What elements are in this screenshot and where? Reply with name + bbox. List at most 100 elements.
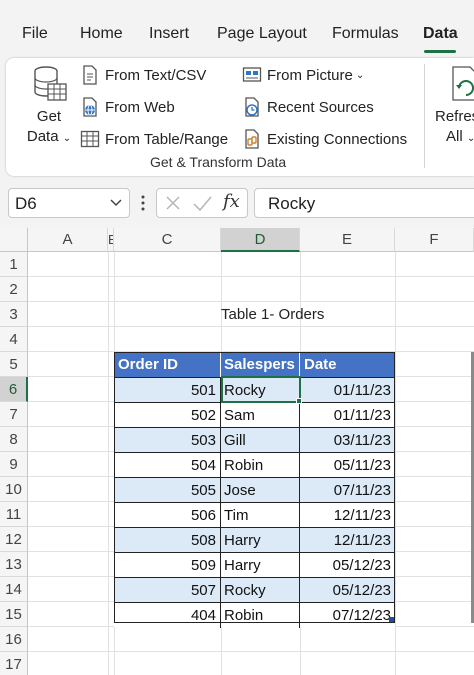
table-row: 404 Robin 07/12/23 — [114, 602, 395, 628]
order-id-cell[interactable]: 509 — [114, 553, 221, 578]
from-text-csv-button[interactable]: From Text/CSV — [80, 62, 206, 88]
orders-table: Order ID Salespers Date 501 Rocky 01/11/23… — [114, 352, 395, 628]
text-file-icon — [80, 65, 100, 85]
row-header-10[interactable]: 10 — [0, 477, 28, 502]
order-id-cell[interactable]: 508 — [114, 528, 221, 553]
checkmark-icon[interactable] — [191, 192, 213, 219]
tab-file[interactable]: File — [22, 25, 48, 43]
row-header-15[interactable]: 15 — [0, 602, 28, 627]
salesperson-cell[interactable]: Rocky — [221, 378, 300, 403]
row-header-3[interactable]: 3 — [0, 302, 28, 327]
from-picture-label: From Picture — [267, 66, 353, 84]
refresh-all-label-1: Refres — [435, 108, 474, 125]
more-options-icon[interactable] — [140, 193, 146, 218]
column-header-d[interactable]: D — [221, 228, 300, 252]
order-id-cell[interactable]: 503 — [114, 428, 221, 453]
row-header-14[interactable]: 14 — [0, 577, 28, 602]
tab-data[interactable]: Data — [423, 25, 458, 43]
table-row: 503 Gill 03/11/23 — [114, 427, 395, 453]
recent-clock-icon — [242, 97, 262, 117]
table-title[interactable]: Table 1- Orders — [221, 302, 381, 327]
row-header-2[interactable]: 2 — [0, 277, 28, 302]
row-header-16[interactable]: 16 — [0, 627, 28, 652]
tab-home[interactable]: Home — [80, 25, 123, 43]
header-date[interactable]: Date — [300, 352, 395, 377]
salesperson-cell[interactable]: Tim — [221, 503, 300, 528]
tab-insert[interactable]: Insert — [149, 25, 189, 43]
get-data-label-2: Data ⌄ — [20, 128, 78, 145]
refresh-all-label-2: All ⌄ — [446, 128, 474, 145]
date-cell[interactable]: 01/11/23 — [300, 378, 395, 403]
order-id-cell[interactable]: 507 — [114, 578, 221, 603]
chevron-down-icon[interactable] — [109, 195, 123, 214]
from-web-button[interactable]: From Web — [80, 94, 175, 120]
row-header-6[interactable]: 6 — [0, 377, 28, 402]
existing-connections-button[interactable]: Existing Connections — [242, 126, 407, 152]
salesperson-cell[interactable]: Jose — [221, 478, 300, 503]
order-id-cell[interactable]: 504 — [114, 453, 221, 478]
column-header-c[interactable]: C — [114, 228, 221, 252]
fill-handle[interactable] — [296, 398, 302, 404]
salesperson-cell[interactable]: Robin — [221, 603, 300, 628]
formula-bar: D6 fx Rocky — [0, 182, 474, 228]
column-header-f[interactable]: F — [395, 228, 474, 252]
worksheet-grid: A E C D E F 1234567891011121314151617 Ta… — [0, 228, 474, 675]
row-header-5[interactable]: 5 — [0, 352, 28, 377]
row-header-4[interactable]: 4 — [0, 327, 28, 352]
row-header-9[interactable]: 9 — [0, 452, 28, 477]
date-cell[interactable]: 05/12/23 — [300, 578, 395, 603]
date-cell[interactable]: 03/11/23 — [300, 428, 395, 453]
date-cell[interactable]: 07/11/23 — [300, 478, 395, 503]
recent-sources-button[interactable]: Recent Sources — [242, 94, 374, 120]
order-id-cell[interactable]: 502 — [114, 403, 221, 428]
salesperson-cell[interactable]: Harry — [221, 528, 300, 553]
date-cell[interactable]: 05/11/23 — [300, 453, 395, 478]
gridline — [395, 252, 396, 675]
row-header-12[interactable]: 12 — [0, 527, 28, 552]
insert-function-button[interactable]: fx — [223, 191, 240, 212]
order-id-cell[interactable]: 404 — [114, 603, 221, 628]
header-salesperson[interactable]: Salespers — [221, 352, 300, 377]
salesperson-cell[interactable]: Rocky — [221, 578, 300, 603]
ribbon-tab-bar: File Home Insert Page Layout Formulas Da… — [0, 0, 474, 56]
column-header-e[interactable]: E — [300, 228, 395, 252]
column-header-a[interactable]: A — [28, 228, 108, 252]
from-picture-button[interactable]: From Picture ⌄ — [242, 62, 364, 88]
name-box[interactable]: D6 — [8, 188, 130, 218]
database-icon — [32, 64, 68, 109]
row-header-1[interactable]: 1 — [0, 252, 28, 277]
order-id-cell[interactable]: 505 — [114, 478, 221, 503]
refresh-all-label-text: All — [446, 128, 463, 145]
date-cell[interactable]: 05/12/23 — [300, 553, 395, 578]
chevron-down-icon: ⌄ — [466, 133, 474, 144]
date-cell[interactable]: 07/12/23 — [300, 603, 395, 628]
table-row: 501 Rocky 01/11/23 — [114, 377, 395, 403]
row-header-8[interactable]: 8 — [0, 427, 28, 452]
date-cell[interactable]: 12/11/23 — [300, 503, 395, 528]
salesperson-cell[interactable]: Gill — [221, 428, 300, 453]
from-table-range-button[interactable]: From Table/Range — [80, 126, 228, 152]
get-data-button[interactable]: Get Data ⌄ — [20, 62, 78, 146]
formula-controls: fx — [156, 188, 248, 218]
refresh-all-button[interactable]: Refres All ⌄ — [430, 62, 474, 158]
row-header-17[interactable]: 17 — [0, 652, 28, 675]
table-resize-handle[interactable] — [389, 617, 394, 622]
salesperson-cell[interactable]: Sam — [221, 403, 300, 428]
date-cell[interactable]: 01/11/23 — [300, 403, 395, 428]
select-all-corner[interactable] — [0, 228, 28, 252]
row-header-11[interactable]: 11 — [0, 502, 28, 527]
salesperson-cell[interactable]: Robin — [221, 453, 300, 478]
date-cell[interactable]: 12/11/23 — [300, 528, 395, 553]
tab-page-layout[interactable]: Page Layout — [217, 25, 307, 43]
chevron-down-icon: ⌄ — [62, 133, 72, 144]
header-order-id[interactable]: Order ID — [114, 352, 221, 377]
formula-input[interactable]: Rocky — [254, 188, 474, 218]
row-header-13[interactable]: 13 — [0, 552, 28, 577]
tab-formulas[interactable]: Formulas — [332, 25, 399, 43]
x-icon[interactable] — [163, 192, 183, 219]
existing-connections-icon — [242, 129, 262, 149]
order-id-cell[interactable]: 501 — [114, 378, 221, 403]
row-header-7[interactable]: 7 — [0, 402, 28, 427]
order-id-cell[interactable]: 506 — [114, 503, 221, 528]
salesperson-cell[interactable]: Harry — [221, 553, 300, 578]
